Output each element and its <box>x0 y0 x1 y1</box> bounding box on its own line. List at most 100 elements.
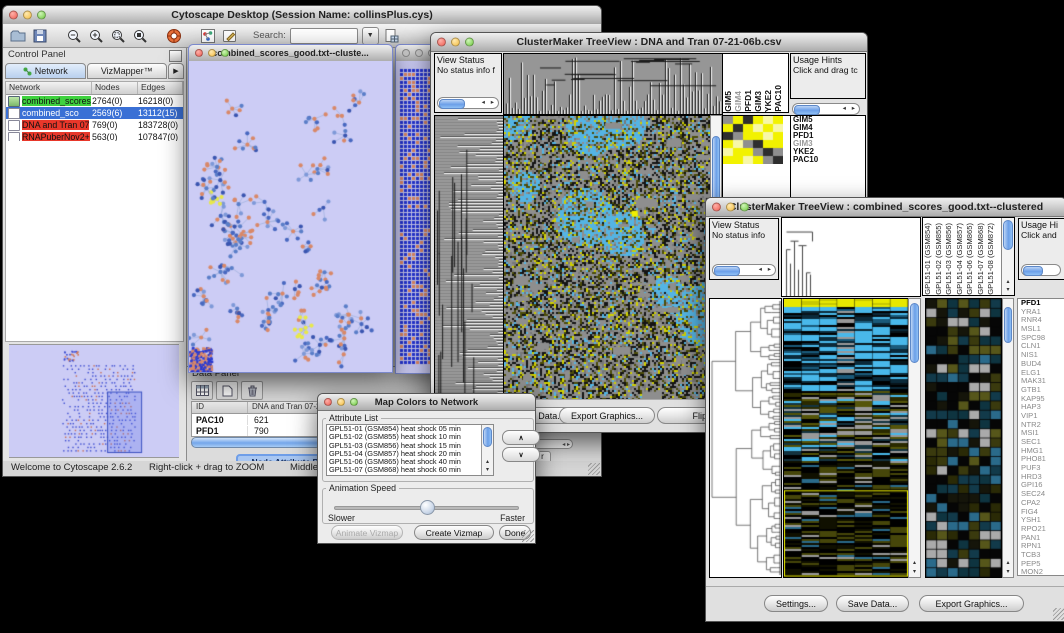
scroll-up-arrow[interactable]: ▴ <box>1003 559 1013 567</box>
column-label[interactable]: GPL51-01 (GSM854) <box>923 223 934 295</box>
new-attribute-button[interactable] <box>216 381 238 400</box>
zoom-heatmap[interactable] <box>723 116 783 164</box>
col-nodes[interactable]: Nodes <box>92 82 138 94</box>
scrollbar-thumb[interactable] <box>794 105 820 115</box>
tab-overflow-button[interactable]: ▶ <box>168 63 184 79</box>
resize-grip[interactable] <box>522 530 534 542</box>
view-status-scrollbar[interactable]: ◂ ▸ <box>712 264 776 276</box>
scrollbar-thumb[interactable] <box>714 266 740 276</box>
usage-hints-scrollbar[interactable] <box>1021 264 1061 276</box>
zoom-selected-button[interactable] <box>109 27 127 45</box>
column-label[interactable]: PAC10 <box>773 85 783 112</box>
treeview1-title-bar[interactable]: ClusterMaker TreeView : DNA and Tran 07-… <box>431 33 867 52</box>
window-controls[interactable] <box>9 11 46 20</box>
zoom-button[interactable] <box>465 38 474 47</box>
zoom-button[interactable] <box>37 11 46 20</box>
column-label[interactable]: GPL51-06 (GSM865) <box>965 223 976 295</box>
scroll-down-arrow[interactable]: ▾ <box>482 466 493 474</box>
col-id[interactable]: ID <box>192 402 248 413</box>
column-label[interactable]: GIM4 <box>733 91 743 112</box>
dialog-title-bar[interactable]: Map Colors to Network <box>318 394 535 411</box>
settings-button[interactable]: Settings... <box>764 595 828 612</box>
scroll-up-arrow[interactable]: ▴ <box>482 458 493 466</box>
save-data-button[interactable]: Save Data... <box>836 595 909 612</box>
select-attributes-button[interactable] <box>191 381 213 400</box>
network-overview-birdseye[interactable] <box>9 344 179 458</box>
minimize-button[interactable] <box>208 49 216 57</box>
column-label[interactable]: GPL51-04 (GSM857) <box>955 223 966 295</box>
main-title-bar[interactable]: Cytoscape Desktop (Session Name: collins… <box>3 6 601 25</box>
float-panel-icon[interactable] <box>169 50 182 62</box>
close-button[interactable] <box>324 398 332 406</box>
column-label[interactable]: GPL51-02 (GSM855) <box>934 223 945 295</box>
search-dropdown-button[interactable]: ▼ <box>362 27 379 45</box>
network-view-1-title-bar[interactable]: combined_scores_good.txt--cluste... <box>189 45 392 62</box>
open-session-button[interactable] <box>9 27 27 45</box>
column-dendrogram[interactable] <box>781 217 921 297</box>
close-button[interactable] <box>9 11 18 20</box>
network-overview-button[interactable] <box>199 27 217 45</box>
column-label[interactable]: GPL51-08 (GSM872) <box>986 223 997 295</box>
row-dendrogram[interactable] <box>434 115 504 404</box>
zoom-in-button[interactable] <box>87 27 105 45</box>
data-panel-scrollbar[interactable] <box>191 437 321 448</box>
window-controls[interactable] <box>324 398 358 406</box>
column-label[interactable]: GPL51-03 (GSM856) <box>944 223 955 295</box>
close-button[interactable] <box>712 203 721 212</box>
attribute-browser-button[interactable] <box>383 27 401 45</box>
row-label[interactable]: PAC10 <box>791 156 865 164</box>
scrollbar-arrows[interactable]: ◂ ▸ <box>843 104 857 112</box>
col-edges[interactable]: Edges <box>138 82 183 94</box>
zoom-heatmap[interactable] <box>925 298 1002 578</box>
attribute-list[interactable]: GPL51-01 (GSM854) heat shock 05 minGPL51… <box>326 424 494 476</box>
create-vizmap-button[interactable]: Create Vizmap <box>414 525 494 540</box>
zoom-view-scrollbar[interactable]: ◂ ▸ <box>792 103 860 115</box>
scrollbar-arrows[interactable]: ◂ ▸ <box>759 265 773 273</box>
slider-thumb[interactable] <box>420 500 435 515</box>
scrollbar-thumb[interactable] <box>910 303 919 363</box>
resize-grip[interactable] <box>1053 608 1064 620</box>
close-button[interactable] <box>402 49 410 57</box>
network-cluster-view[interactable] <box>189 61 392 372</box>
animate-vizmap-button[interactable]: Animate Vizmap <box>331 525 403 540</box>
column-label[interactable]: GPL51-07 (GSM868) <box>976 223 987 295</box>
attribute-list-item[interactable]: GPL51-07 (GSM868) heat shock 60 min <box>327 466 493 474</box>
export-graphics-button[interactable]: Export Graphics... <box>919 595 1024 612</box>
network-table-row[interactable]: combined_sco2569(6)13112(15) <box>6 107 183 119</box>
zoom-fit-button[interactable] <box>131 27 149 45</box>
scrollbar-thumb[interactable] <box>439 99 465 109</box>
move-down-button[interactable]: ∨ <box>502 447 540 462</box>
scroll-down-arrow[interactable]: ▾ <box>909 568 920 576</box>
search-input[interactable] <box>290 28 358 44</box>
column-labels-scrollbar[interactable]: ▴ ▾ <box>1001 218 1014 295</box>
scrollbar-arrows[interactable]: ◂ ▸ <box>482 98 496 106</box>
resize-grip[interactable] <box>588 463 600 475</box>
zoom-vertical-scrollbar[interactable]: ▴ ▾ <box>1002 298 1014 578</box>
minimize-button[interactable] <box>451 38 460 47</box>
scroll-down-arrow[interactable]: ▾ <box>1003 568 1013 576</box>
gene-label[interactable]: MON2 <box>1018 568 1064 576</box>
close-button[interactable] <box>195 49 203 57</box>
scrollbar-thumb[interactable] <box>1003 220 1013 250</box>
attribute-list-scrollbar[interactable]: ▴ ▾ <box>481 425 493 475</box>
column-label[interactable]: PFD1 <box>743 90 753 112</box>
network-list-header[interactable]: Network Nodes Edges <box>6 82 183 95</box>
minimize-button[interactable] <box>415 49 423 57</box>
window-controls[interactable] <box>712 203 749 212</box>
window-controls[interactable] <box>195 49 229 57</box>
column-label[interactable]: YKE2 <box>763 90 773 112</box>
network-table-row[interactable]: DNA and Tran 07769(0)183728(0) <box>6 119 183 131</box>
window-controls[interactable] <box>437 38 474 47</box>
minimize-button[interactable] <box>726 203 735 212</box>
col-network[interactable]: Network <box>6 82 92 94</box>
scrollbar-thumb[interactable] <box>1023 266 1043 276</box>
treeview2-title-bar[interactable]: ClusterMaker TreeView : combined_scores_… <box>706 198 1064 217</box>
zoom-button[interactable] <box>350 398 358 406</box>
column-label[interactable]: GIM5 <box>723 91 733 112</box>
close-button[interactable] <box>437 38 446 47</box>
minimize-button[interactable] <box>23 11 32 20</box>
column-dendrogram[interactable] <box>503 53 723 115</box>
help-button[interactable] <box>165 27 183 45</box>
zoom-button[interactable] <box>221 49 229 57</box>
global-heatmap[interactable] <box>503 115 711 404</box>
